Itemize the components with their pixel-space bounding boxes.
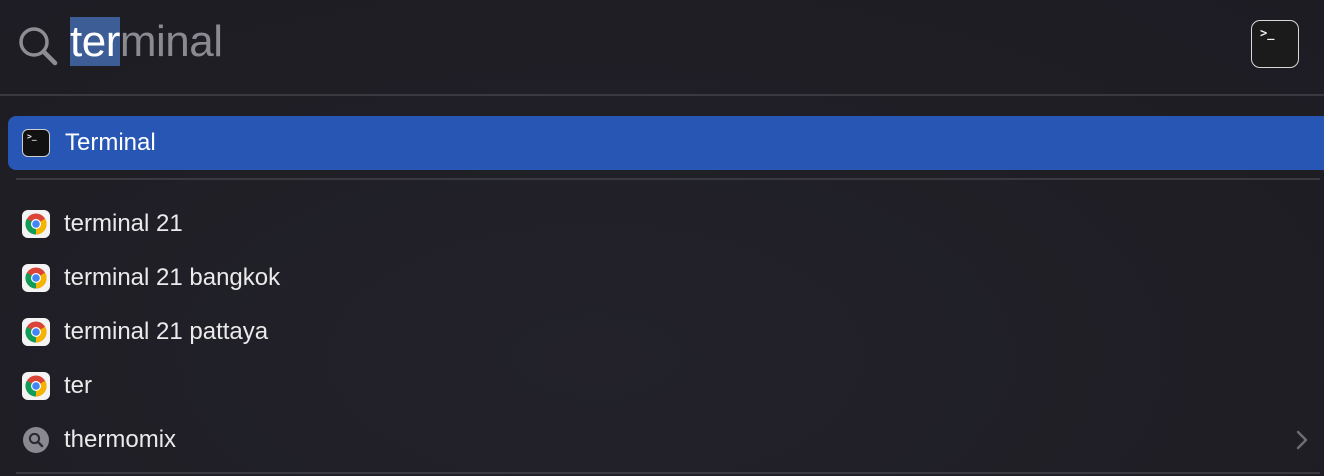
terminal-preview-icon: >_ bbox=[1251, 20, 1299, 68]
section-divider bbox=[16, 178, 1320, 180]
prompt-glyph: >_ bbox=[27, 132, 37, 141]
spotlight-panel: terminal >_ >_ Terminal terminal 21 term… bbox=[0, 0, 1324, 476]
suggestion-row[interactable]: terminal 21 pattaya bbox=[0, 305, 1324, 359]
search-divider bbox=[0, 94, 1324, 96]
suggestion-label: terminal 21 pattaya bbox=[64, 318, 269, 345]
selected-query-text: ter bbox=[70, 17, 120, 66]
search-bar[interactable]: terminal >_ bbox=[0, 0, 1324, 95]
web-search-row[interactable]: thermomix bbox=[0, 413, 1324, 467]
suggestion-row[interactable]: terminal 21 bbox=[0, 197, 1324, 251]
prompt-glyph: >_ bbox=[1260, 26, 1275, 40]
result-top-hit-terminal[interactable]: >_ Terminal bbox=[8, 116, 1324, 170]
web-search-icon bbox=[23, 427, 49, 453]
suggestion-label: terminal 21 bbox=[64, 210, 183, 237]
result-label: Terminal bbox=[65, 129, 156, 156]
footer-divider bbox=[16, 472, 1320, 474]
chrome-icon bbox=[22, 372, 50, 400]
chevron-right-icon[interactable] bbox=[1290, 428, 1314, 452]
chrome-icon bbox=[22, 318, 50, 346]
suggestion-label: ter bbox=[64, 372, 93, 399]
suggestion-row[interactable]: terminal 21 bangkok bbox=[0, 251, 1324, 305]
chrome-icon bbox=[22, 264, 50, 292]
search-icon bbox=[19, 27, 58, 66]
autocomplete-query-text: minal bbox=[119, 17, 223, 66]
search-input[interactable]: terminal bbox=[70, 12, 223, 72]
suggestion-label: terminal 21 bangkok bbox=[64, 264, 281, 291]
suggestion-label: thermomix bbox=[64, 426, 177, 453]
suggestion-row[interactable]: ter bbox=[0, 359, 1324, 413]
chrome-icon bbox=[22, 210, 50, 238]
terminal-app-icon: >_ bbox=[22, 129, 50, 157]
